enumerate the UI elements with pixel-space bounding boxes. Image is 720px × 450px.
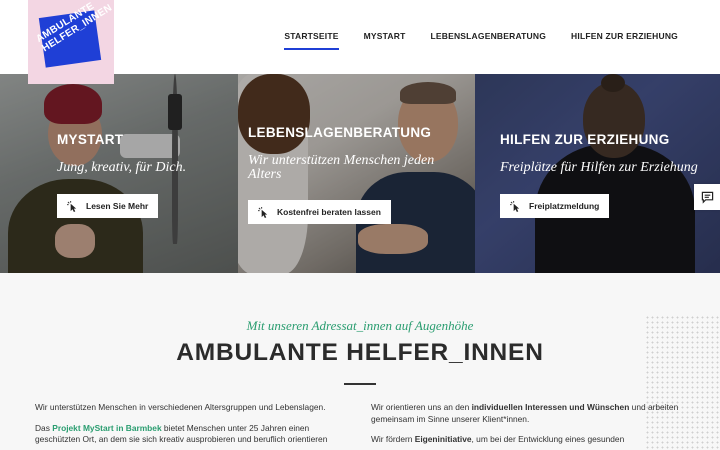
nav-item-startseite[interactable]: STARTSEITE	[284, 31, 339, 50]
emphasis-text: individuellen Interessen und Wünschen	[471, 402, 630, 412]
panel-subtitle: Jung, kreativ, für Dich.	[57, 160, 187, 175]
main-nav: STARTSEITE MYSTART LEBENSLAGENBERATUNG H…	[284, 31, 678, 50]
chat-icon	[701, 191, 713, 204]
section-tagline: Mit unseren Adressat_innen auf Augenhöhe	[246, 318, 474, 333]
kostenfrei-beraten-lassen-button[interactable]: Kostenfrei beraten lassen	[248, 200, 391, 224]
hero-panel-lebenslagenberatung[interactable]: LEBENSLAGENBERATUNG Wir unterstützen Men…	[238, 74, 475, 273]
nav-item-lebenslagenberatung[interactable]: LEBENSLAGENBERATUNG	[430, 31, 546, 41]
heading-divider	[344, 383, 376, 385]
panel-title: MYSTART	[57, 132, 124, 147]
intro-paragraph: Wir fördern Eigeninitiative, um bei der …	[371, 434, 701, 446]
intro-paragraph: Wir unterstützen Menschen in verschieden…	[35, 402, 326, 412]
panel-content: LEBENSLAGENBERATUNG Wir unterstützen Men…	[238, 74, 475, 273]
lesen-sie-mehr-button[interactable]: Lesen Sie Mehr	[57, 194, 159, 218]
text-fragment: Wir fördern	[371, 434, 415, 444]
intro-section: Mit unseren Adressat_innen auf Augenhöhe…	[0, 273, 720, 450]
mystart-project-link[interactable]: Projekt MyStart in Barmbek	[52, 423, 161, 433]
panel-title: LEBENSLAGENBERATUNG	[248, 125, 432, 140]
panel-title: HILFEN ZUR ERZIEHUNG	[500, 132, 670, 147]
nav-item-mystart[interactable]: MYSTART	[364, 31, 406, 41]
hero-panel-mystart[interactable]: MYSTART Jung, kreativ, für Dich. Lesen S…	[0, 74, 238, 273]
panel-subtitle: Wir unterstützen Menschen jeden Alters	[248, 153, 435, 182]
panel-content: MYSTART Jung, kreativ, für Dich. Lesen S…	[0, 74, 238, 273]
pointer-click-icon	[258, 206, 268, 218]
site-header: AMBULANTE HELFER_INNEN STARTSEITE MYSTAR…	[0, 0, 720, 84]
emphasis-text: Eigeninitiative	[414, 434, 472, 444]
intro-paragraph: Wir orientieren uns an den individuellen…	[371, 402, 701, 425]
button-label: Kostenfrei beraten lassen	[277, 207, 381, 217]
pointer-click-icon	[67, 200, 77, 212]
panel-content: HILFEN ZUR ERZIEHUNG Freiplätze für Hilf…	[475, 74, 720, 273]
freiplatzmeldung-button[interactable]: Freiplatzmeldung	[500, 194, 610, 218]
section-heading: AMBULANTE HELFER_INNEN	[176, 339, 544, 366]
hero-panel-hilfen-zur-erziehung[interactable]: HILFEN ZUR ERZIEHUNG Freiplätze für Hilf…	[475, 74, 720, 273]
chat-button[interactable]	[694, 184, 720, 210]
hero-panels: MYSTART Jung, kreativ, für Dich. Lesen S…	[0, 74, 720, 273]
text-fragment: Das	[35, 422, 53, 433]
button-label: Freiplatzmeldung	[529, 201, 600, 211]
text-fragment: Wir orientieren uns an den	[371, 402, 472, 412]
panel-subtitle: Freiplätze für Hilfen zur Erziehung	[500, 160, 698, 175]
intro-column-left: Wir unterstützen Menschen in verschieden…	[35, 402, 355, 450]
pointer-click-icon	[510, 200, 520, 212]
nav-item-hilfen-zur-erziehung[interactable]: HILFEN ZUR ERZIEHUNG	[571, 31, 678, 41]
intro-paragraph: Das Projekt MyStart in Barmbek bietet Me…	[35, 423, 355, 446]
text-fragment: , um bei der Entwicklung eines gesunden	[471, 434, 625, 444]
button-label: Lesen Sie Mehr	[86, 201, 149, 211]
intro-column-right: Wir orientieren uns an den individuellen…	[371, 402, 701, 450]
logo[interactable]: AMBULANTE HELFER_INNEN	[28, 0, 114, 84]
